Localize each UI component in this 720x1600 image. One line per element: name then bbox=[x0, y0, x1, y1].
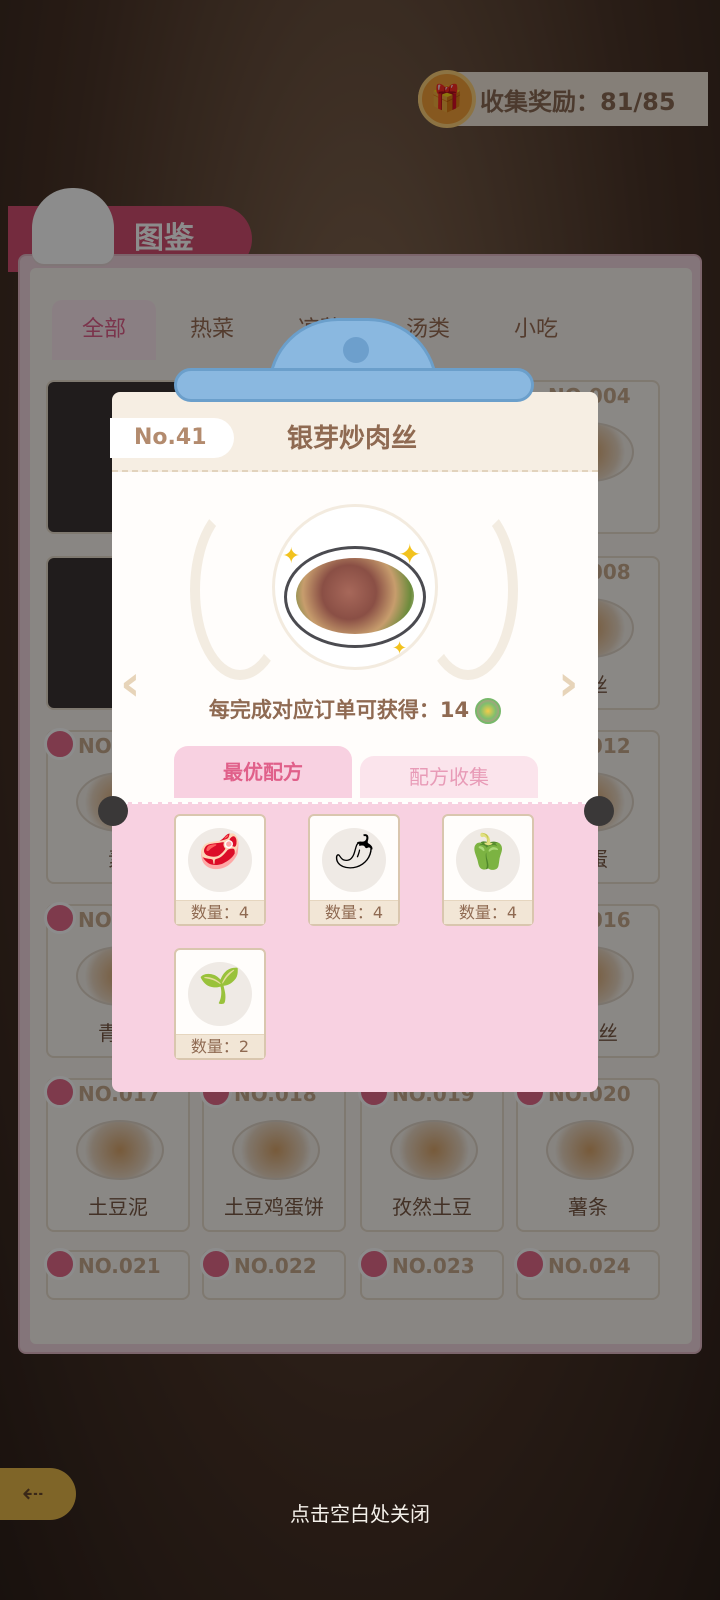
ingredient-slot[interactable]: 🌱 数量：2 bbox=[174, 948, 266, 1060]
ingredient-slot[interactable]: 🌶 数量：4 bbox=[308, 814, 400, 926]
modal-header: No.41 银芽炒肉丝 bbox=[110, 392, 598, 472]
sparkle-icon: ✦ bbox=[392, 638, 408, 659]
green-pepper-icon: 🫑 bbox=[466, 832, 510, 872]
clipboard-bar bbox=[174, 368, 534, 402]
sparkle-icon: ✦ bbox=[282, 544, 301, 569]
ingredient-qty: 数量：4 bbox=[444, 900, 532, 924]
sparkle-icon: ✦ bbox=[398, 538, 422, 571]
tab-edge-left bbox=[98, 796, 128, 826]
chili-pepper-icon: 🌶 bbox=[332, 832, 376, 872]
ingredient-area: 🥩 数量：4 🌶 数量：4 🫑 数量：4 🌱 数量：2 bbox=[112, 802, 598, 1092]
recipe-modal: No.41 银芽炒肉丝 ✦ ✦ ✦ ‹ › 每完成对应订单可获得：14 最优配方… bbox=[98, 392, 614, 1092]
dish-image bbox=[296, 558, 414, 634]
ingredient-qty: 数量：4 bbox=[176, 900, 264, 924]
clip-hole bbox=[343, 337, 369, 363]
raw-meat-icon: 🥩 bbox=[198, 832, 242, 872]
recipe-tabs: 最优配方 配方收集 bbox=[174, 746, 544, 798]
ingredient-qty: 数量：4 bbox=[310, 900, 398, 924]
dish-number: No.41 bbox=[110, 418, 234, 458]
reward-text: 每完成对应订单可获得：14 bbox=[208, 698, 470, 722]
reward-line: 每完成对应订单可获得：14 bbox=[112, 694, 598, 724]
dish-name: 银芽炒肉丝 bbox=[286, 424, 417, 454]
tab-best-recipe[interactable]: 最优配方 bbox=[174, 746, 352, 798]
tab-edge-right bbox=[584, 796, 614, 826]
coin-icon bbox=[475, 698, 502, 724]
ingredient-slot[interactable]: 🥩 数量：4 bbox=[174, 814, 266, 926]
bean-sprout-icon: 🌱 bbox=[198, 966, 242, 1006]
close-hint: 点击空白处关闭 bbox=[290, 1502, 430, 1526]
ingredient-slot[interactable]: 🫑 数量：4 bbox=[442, 814, 534, 926]
next-arrow[interactable]: › bbox=[558, 654, 579, 712]
tab-recipe-collection[interactable]: 配方收集 bbox=[360, 756, 538, 798]
prev-arrow[interactable]: ‹ bbox=[120, 654, 141, 712]
ingredient-qty: 数量：2 bbox=[176, 1034, 264, 1058]
